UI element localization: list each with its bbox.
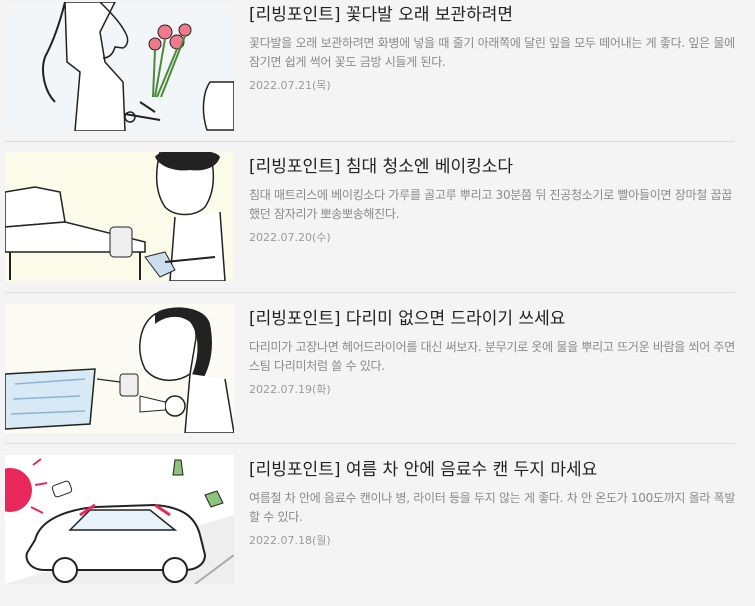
article-thumbnail[interactable] [5,304,234,433]
article-item[interactable]: [리빙포인트] 침대 청소엔 베이킹소다 침대 매트리스에 베이킹소다 가루를 … [0,152,735,303]
article-date: 2022.07.21(목) [249,79,331,92]
article-summary: 꽃다발을 오래 보관하려면 화병에 넣을 때 줄기 아래쪽에 달린 잎을 모두 … [249,36,735,69]
flower-illustration [5,2,234,131]
article-summary: 침대 매트리스에 베이킹소다 가루를 골고루 뿌리고 30분쯤 뒤 진공청소기로… [249,188,732,221]
article-date: 2022.07.20(수) [249,231,331,244]
article-date: 2022.07.19(화) [249,383,331,396]
article-title[interactable]: [리빙포인트] 침대 청소엔 베이킹소다 [249,156,739,178]
article-summary: 여름철 차 안에 음료수 캔이나 병, 라이터 등을 두지 않는 게 좋다. 차… [249,491,736,524]
divider [5,443,735,444]
article-item[interactable]: [리빙포인트] 여름 차 안에 음료수 캔 두지 마세요 여름철 차 안에 음료… [0,455,735,606]
article-title[interactable]: [리빙포인트] 다리미 없으면 드라이기 쓰세요 [249,308,739,330]
divider [5,292,735,293]
article-thumbnail[interactable] [5,152,234,281]
hairdryer-illustration [5,304,234,433]
article-thumbnail[interactable] [5,455,234,584]
article-item[interactable]: [리빙포인트] 꽃다발 오래 보관하려면 꽃다발을 오래 보관하려면 화병에 넣… [0,0,735,151]
article-title[interactable]: [리빙포인트] 꽃다발 오래 보관하려면 [249,4,739,26]
article-thumbnail[interactable] [5,2,234,131]
article-date: 2022.07.18(월) [249,534,331,547]
article-title[interactable]: [리빙포인트] 여름 차 안에 음료수 캔 두지 마세요 [249,459,739,481]
bed-illustration [5,152,234,281]
article-summary: 다리미가 고장나면 헤어드라이어를 대신 써보자. 분무기로 옷에 물을 뿌리고… [249,340,736,373]
article-item[interactable]: [리빙포인트] 다리미 없으면 드라이기 쓰세요 다리미가 고장나면 헤어드라이… [0,304,735,455]
car-illustration [5,455,234,584]
divider [5,141,735,142]
